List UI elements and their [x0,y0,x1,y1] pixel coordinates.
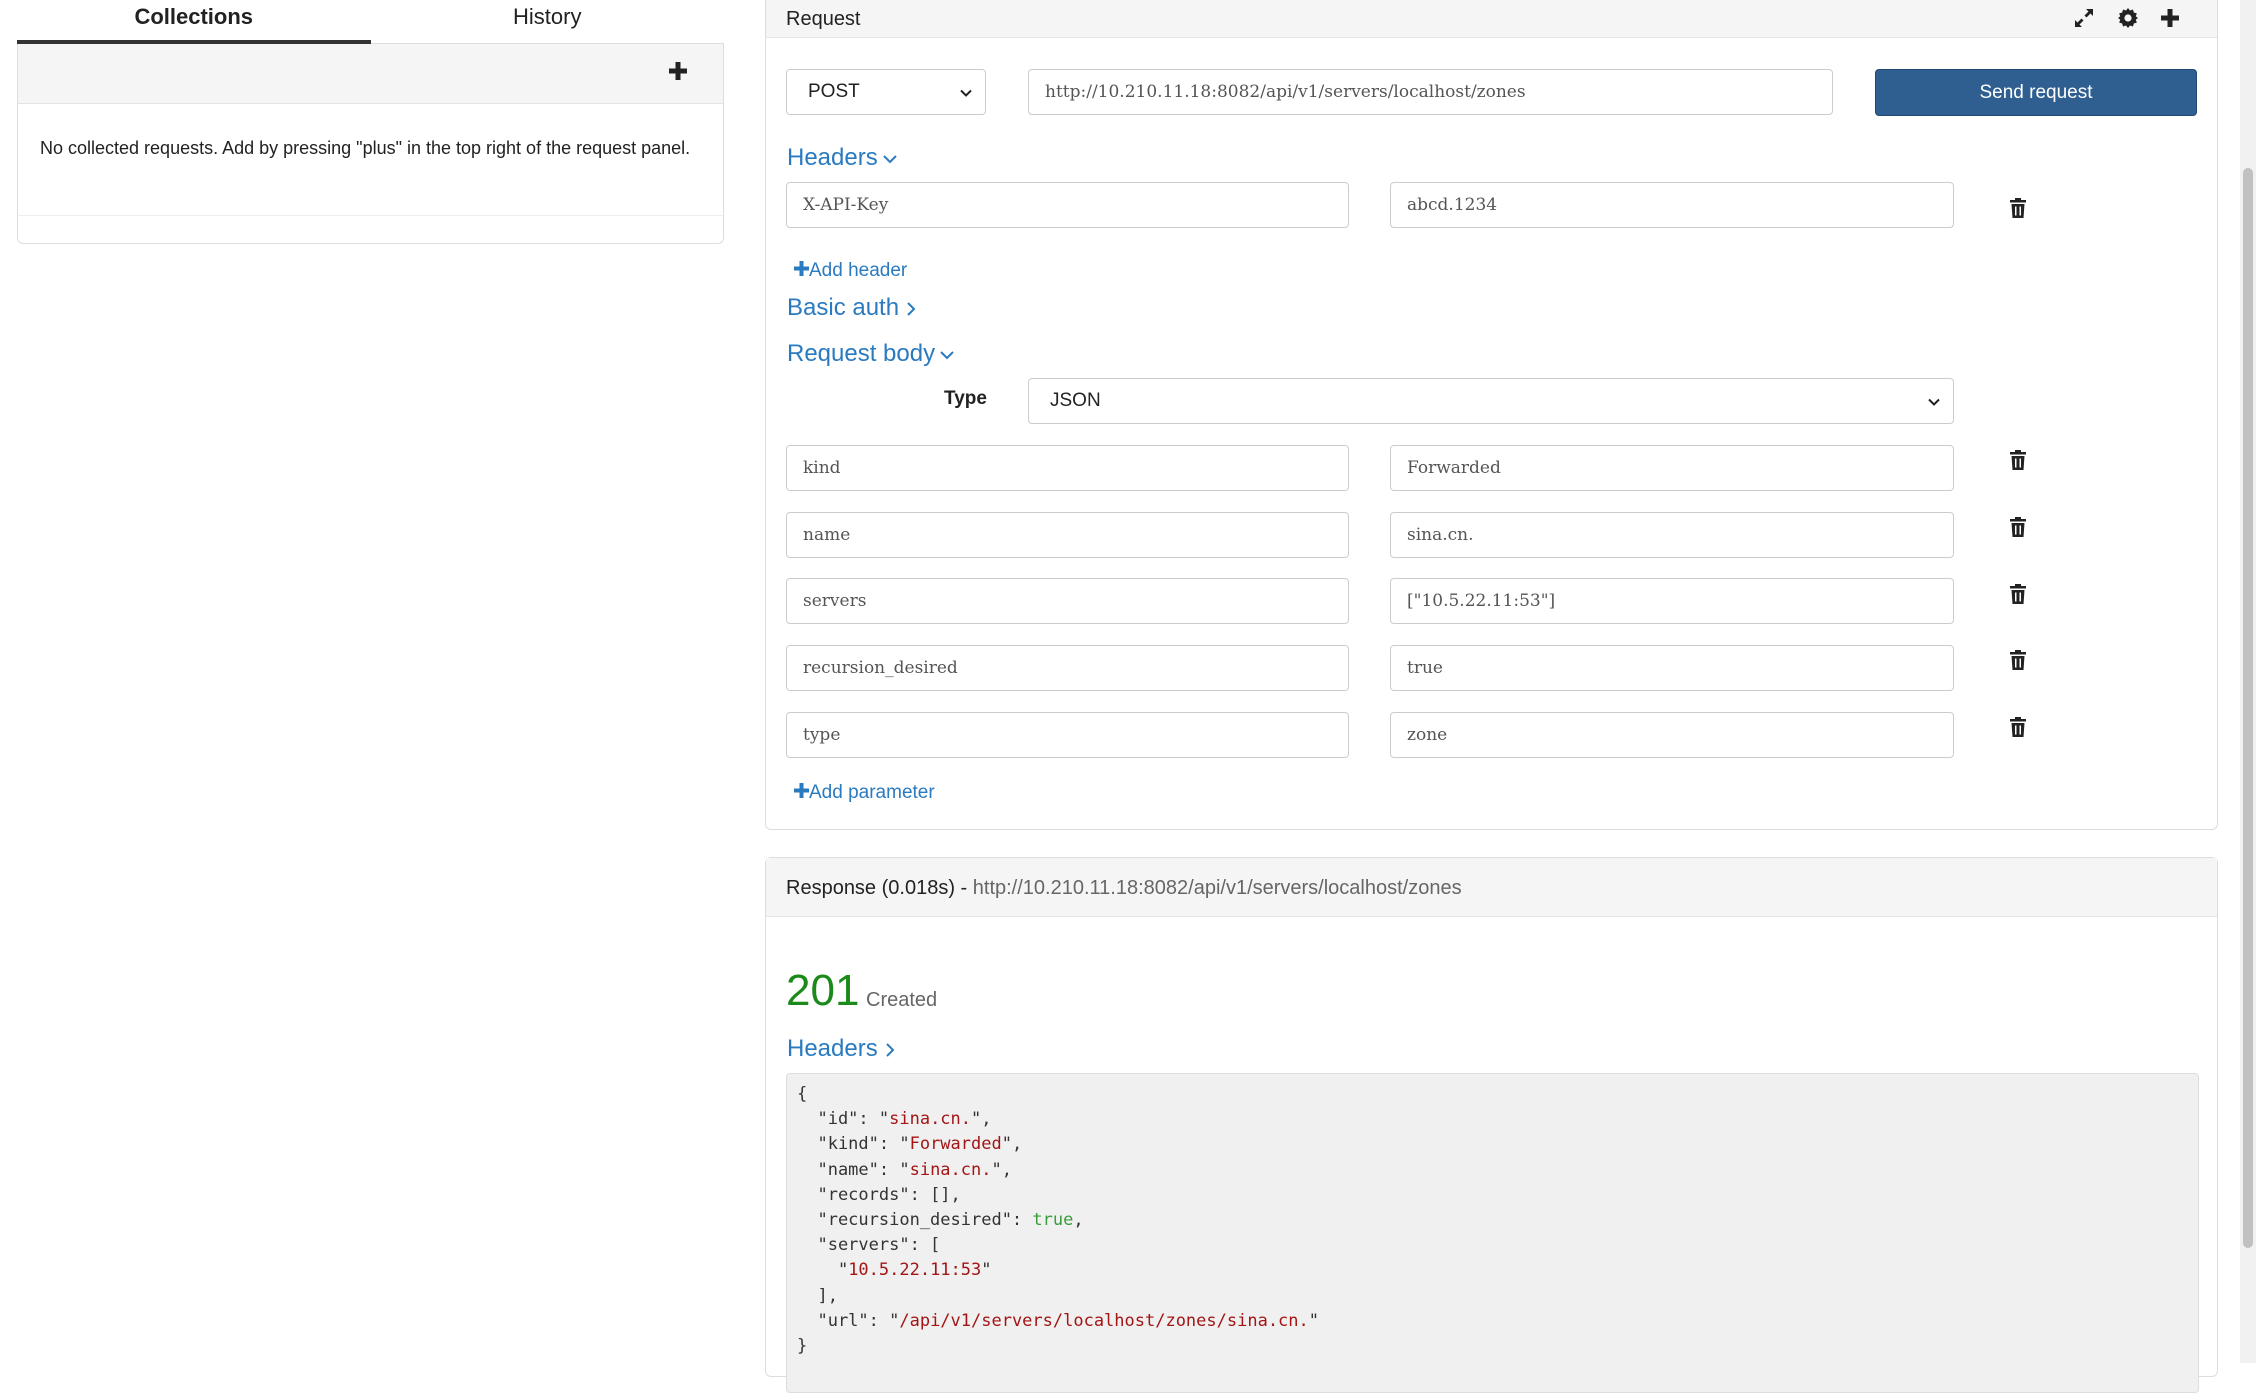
request-panel-header: Request [766,0,2217,38]
delete-param-button[interactable] [2009,449,2027,471]
json-url: /api/v1/servers/localhost/zones/sina.cn. [899,1310,1309,1331]
json-id: sina.cn. [889,1109,972,1130]
status-code: 201 [786,966,860,1015]
chevron-right-icon [907,301,916,316]
delete-param-button[interactable] [2009,716,2027,738]
collections-box: No collected requests. Add by pressing "… [17,44,724,244]
trash-icon [2010,517,2026,537]
chevron-down-icon [940,350,954,360]
param-value-input[interactable]: sina.cn. [1390,512,1954,558]
delete-param-button[interactable] [2009,516,2027,538]
response-panel: Response (0.018s) - http://10.210.11.18:… [765,857,2218,1393]
response-label: Response (0.018s) - [786,877,968,899]
response-headers-toggle[interactable]: Headers [787,1035,898,1063]
collections-toolbar [18,44,723,104]
chevron-down-icon [1928,398,1940,406]
param-value-input[interactable]: zone [1390,712,1954,758]
trash-icon [2010,450,2026,470]
empty-collections-message: No collected requests. Add by pressing "… [18,104,723,216]
chevron-down-icon [883,154,897,164]
trash-icon [2010,717,2026,737]
header-key-input[interactable]: X-API-Key [786,182,1349,228]
add-collection-button[interactable] [665,58,691,84]
request-body-toggle[interactable]: Request body [787,340,955,368]
plus-icon [794,261,809,276]
chevron-right-icon [886,1042,895,1057]
response-url: http://10.210.11.18:8082/api/v1/servers/… [972,877,1462,899]
header-value-input[interactable]: abcd.1234 [1390,182,1954,228]
expand-icon [2075,9,2093,27]
plus-icon [794,783,809,798]
param-key-input[interactable]: kind [786,445,1349,491]
collections-panel: Collections History No collected request… [17,0,724,244]
method-select[interactable]: POST [786,69,986,115]
json-server-item: 10.5.22.11:53 [848,1260,982,1281]
basic-auth-title: Basic auth [787,294,900,321]
delete-param-button[interactable] [2009,583,2027,605]
param-value-input[interactable]: ["10.5.22.11:53"] [1390,578,1954,624]
body-type-label: Type [944,388,987,409]
request-panel: Request POST http://10.210.11.18:8082/ap… [765,0,2218,830]
sidebar-tabs: Collections History [17,0,724,44]
json-records: [] [930,1184,951,1205]
url-input[interactable]: http://10.210.11.18:8082/api/v1/servers/… [1028,69,1833,115]
add-parameter-link[interactable]: Add parameter [794,782,935,804]
expand-button[interactable] [2072,6,2096,30]
response-body: { "id": "sina.cn.", "kind": "Forwarded",… [786,1073,2199,1393]
headers-toggle[interactable]: Headers [787,144,898,172]
settings-button[interactable] [2116,6,2140,30]
delete-param-button[interactable] [2009,649,2027,671]
body-type-select[interactable]: JSON [1028,378,1954,424]
plus-icon [2161,9,2179,27]
send-request-button[interactable]: Send request [1875,69,2197,116]
headers-title: Headers [787,144,878,171]
delete-header-button[interactable] [2009,197,2027,219]
trash-icon [2010,650,2026,670]
request-title: Request [786,8,861,30]
json-kind: Forwarded [909,1134,1002,1155]
request-body-title: Request body [787,340,936,367]
basic-auth-toggle[interactable]: Basic auth [787,294,919,322]
tab-collections[interactable]: Collections [17,0,371,44]
scrollbar-thumb[interactable] [2243,168,2253,1248]
response-headers-title: Headers [787,1035,878,1062]
status-text: Created [866,989,938,1011]
add-to-collection-button[interactable] [2158,6,2182,30]
trash-icon [2010,584,2026,604]
trash-icon [2010,198,2026,218]
chevron-down-icon [960,89,972,97]
response-header: Response (0.018s) - http://10.210.11.18:… [766,858,2217,917]
add-header-label: Add header [809,260,908,281]
param-value-input[interactable]: Forwarded [1390,445,1954,491]
gear-icon [2118,8,2138,28]
param-key-input[interactable]: recursion_desired [786,645,1349,691]
add-header-link[interactable]: Add header [794,260,907,282]
param-key-input[interactable]: name [786,512,1349,558]
method-value: POST [808,81,860,102]
param-value-input[interactable]: true [1390,645,1954,691]
json-name: sina.cn. [909,1159,992,1180]
body-type-value: JSON [1050,390,1101,411]
param-key-input[interactable]: servers [786,578,1349,624]
json-recursion-desired: true [1032,1210,1074,1231]
param-key-input[interactable]: type [786,712,1349,758]
plus-icon [669,62,687,80]
tab-history[interactable]: History [370,0,724,44]
add-parameter-label: Add parameter [809,782,935,803]
